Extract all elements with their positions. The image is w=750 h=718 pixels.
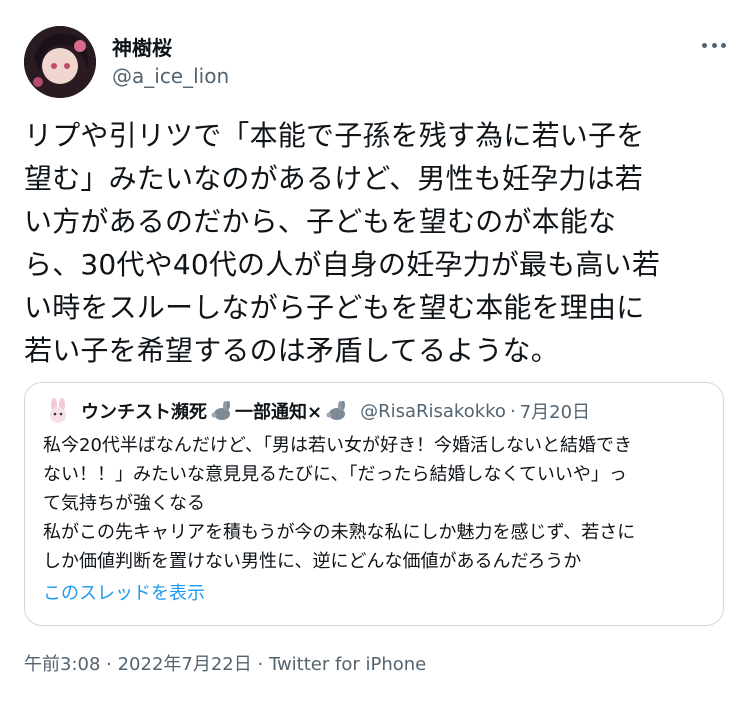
dot — [702, 42, 707, 48]
tweet-time[interactable]: 午前3:08 — [24, 654, 100, 675]
tweet-card: 神樹桜 @a_ice_lion リプや引リツで「本能で子孫を残す為に若い子を 望… — [0, 0, 750, 718]
tweet-meta: 午前3:08 · 2022年7月22日 · Twitter for iPhone — [24, 652, 426, 678]
quoted-author-name: ウンチスト瀕死 — [81, 402, 207, 423]
more-options-icon[interactable] — [702, 42, 726, 48]
dot — [721, 42, 726, 48]
quoted-tweet[interactable]: ウンチスト瀕死 一部通知× @RisaRisakokko · 7月20日 私今2… — [24, 382, 724, 626]
quoted-separator: · — [509, 400, 516, 422]
quoted-author-name-suffix: 一部通知× — [235, 402, 323, 423]
meta-separator: · — [251, 654, 269, 675]
show-thread-link[interactable]: このスレッドを表示 — [43, 581, 205, 607]
dot — [711, 42, 717, 48]
quoted-author-handle: @RisaRisakokko — [360, 400, 506, 422]
quoted-tweet-text: 私今20代半ばなんだけど、「男は若い女が好き！今婚活しないと結婚でき ない！！」… — [43, 435, 636, 572]
meta-separator: · — [100, 654, 118, 675]
rabbit-icon — [326, 401, 346, 420]
author-username[interactable]: @a_ice_lion — [112, 64, 229, 88]
quoted-date[interactable]: 7月20日 — [520, 398, 590, 424]
author-display-name[interactable]: 神樹桜 — [112, 36, 172, 60]
tweet-source[interactable]: Twitter for iPhone — [269, 654, 426, 675]
author-avatar[interactable] — [24, 26, 96, 98]
tweet-text: リプや引リツで「本能で子孫を残す為に若い子を 望む」みたいなのがあるけど、男性も… — [24, 119, 661, 367]
tweet-date[interactable]: 2022年7月22日 — [118, 654, 252, 675]
rabbit-icon — [211, 401, 230, 420]
quoted-avatar — [50, 398, 66, 423]
quoted-tweet-header: ウンチスト瀕死 一部通知× @RisaRisakokko · 7月20日 — [45, 397, 590, 425]
